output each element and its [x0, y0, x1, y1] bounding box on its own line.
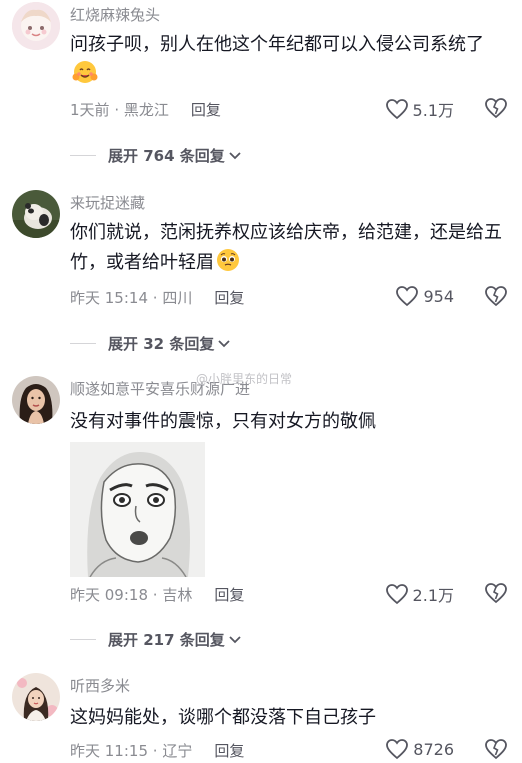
meta-separator: · [148, 585, 163, 604]
username[interactable]: 听西多米 [70, 675, 130, 696]
reply-button[interactable]: 回复 [214, 584, 244, 605]
reply-button[interactable]: 回复 [214, 287, 244, 308]
comment-text-content: 你们就说，范闲抚养权应该给庆帝，给范建，还是给五竹，或者给叶轻眉 [70, 222, 502, 273]
dislike-button[interactable] [484, 285, 508, 311]
expand-replies-button[interactable]: 展开 764 条回复 [70, 145, 242, 166]
dislike-button[interactable] [484, 738, 508, 763]
avatar[interactable] [12, 376, 60, 424]
expand-replies-button[interactable]: 展开 32 条回复 [70, 333, 231, 354]
expand-divider [70, 639, 96, 640]
chevron-down-icon [229, 635, 241, 643]
comment-text: 你们就说，范闲抚养权应该给庆帝，给范建，还是给五竹，或者给叶轻眉 [70, 218, 510, 282]
like-button[interactable]: 954 [395, 285, 454, 307]
comment-location: 黑龙江 [123, 101, 169, 119]
expand-replies-label: 展开 32 条回复 [108, 335, 215, 353]
comment-location: 四川 [162, 289, 193, 307]
expand-replies-label: 展开 764 条回复 [108, 147, 225, 165]
reply-button[interactable]: 回复 [214, 740, 244, 761]
comment-time: 昨天 09:18 [70, 586, 148, 604]
chevron-down-icon [229, 151, 241, 159]
comment-meta: 昨天 09:18 · 吉林 回复 [70, 584, 244, 605]
dislike-button[interactable] [484, 582, 508, 608]
username[interactable]: 来玩捉迷藏 [70, 192, 145, 213]
comment-time: 昨天 11:15 [70, 742, 148, 760]
username[interactable]: 红烧麻辣兔头 [70, 4, 160, 25]
broken-heart-icon [485, 286, 507, 307]
like-count: 954 [423, 286, 454, 306]
hugging-face-emoji-icon [72, 60, 98, 94]
watermark: @小胖里东的日常 [196, 372, 293, 386]
meta-separator: · [109, 100, 124, 119]
meta-separator: · [148, 288, 163, 307]
comment-time: 昨天 15:14 [70, 289, 148, 307]
like-count: 5.1万 [412, 101, 454, 120]
comment-text-content: 问孩子呗，别人在他这个年纪都可以入侵公司系统了 [70, 34, 484, 55]
meta-separator: · [148, 741, 163, 760]
comment-text-content: 没有对事件的震惊，只有对女方的敬佩 [70, 411, 376, 432]
pleading-face-emoji-icon [216, 248, 240, 282]
comment-location: 吉林 [162, 586, 193, 604]
like-count: 2.1万 [412, 586, 454, 605]
expand-replies-label: 展开 217 条回复 [108, 631, 225, 649]
avatar[interactable] [12, 673, 60, 721]
comment-text: 这妈妈能处，谈哪个都没落下自己孩子 [70, 703, 510, 733]
comment-location: 辽宁 [162, 742, 193, 760]
comment-meta: 1天前 · 黑龙江 回复 [70, 99, 221, 120]
expand-replies-button[interactable]: 展开 217 条回复 [70, 629, 242, 650]
like-button[interactable]: 5.1万 [385, 97, 454, 121]
broken-heart-icon [485, 583, 507, 604]
comment-text: 问孩子呗，别人在他这个年纪都可以入侵公司系统了 [70, 30, 510, 94]
heart-icon [386, 739, 409, 760]
comment-time: 1天前 [70, 101, 110, 119]
heart-icon [385, 99, 408, 120]
avatar[interactable] [12, 2, 60, 50]
comment-text: 没有对事件的震惊，只有对女方的敬佩 [70, 407, 510, 437]
like-button[interactable]: 8726 [385, 738, 454, 760]
heart-icon [385, 584, 408, 605]
expand-divider [70, 155, 96, 156]
like-count: 8726 [413, 739, 454, 759]
chevron-down-icon [218, 339, 230, 347]
comment-text-content: 这妈妈能处，谈哪个都没落下自己孩子 [70, 707, 376, 728]
broken-heart-icon [485, 98, 507, 119]
expand-divider [70, 343, 96, 344]
avatar[interactable] [12, 190, 60, 238]
comment-meta: 昨天 11:15 · 辽宁 回复 [70, 740, 244, 761]
dislike-button[interactable] [484, 97, 508, 123]
comment-meta: 昨天 15:14 · 四川 回复 [70, 287, 244, 308]
like-button[interactable]: 2.1万 [385, 582, 454, 606]
heart-icon [396, 286, 419, 307]
broken-heart-icon [485, 739, 507, 760]
reply-button[interactable]: 回复 [191, 99, 221, 120]
meme-image[interactable] [70, 442, 205, 577]
